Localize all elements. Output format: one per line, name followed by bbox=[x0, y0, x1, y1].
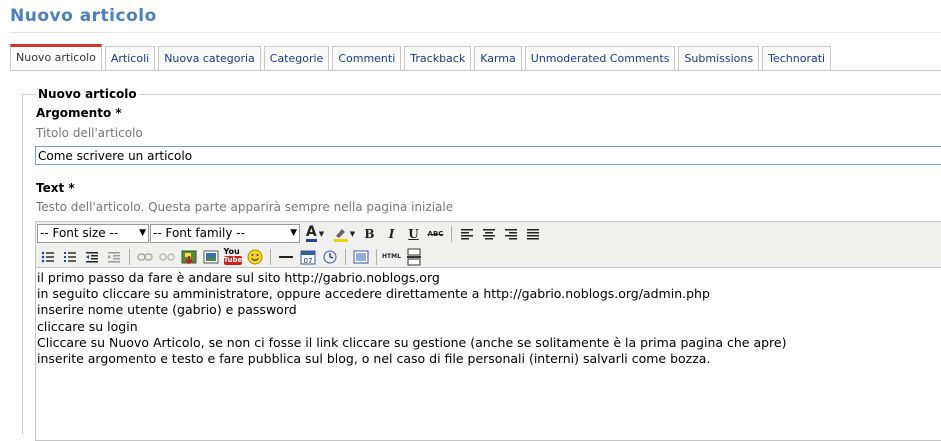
align-left-button[interactable] bbox=[456, 224, 477, 244]
bold-icon: B bbox=[364, 226, 375, 241]
editor-line: inserite argomento e testo e fare pubbli… bbox=[37, 351, 711, 367]
align-justify-button[interactable] bbox=[522, 224, 543, 244]
unlink-icon bbox=[158, 252, 175, 261]
strikethrough-icon: ABC bbox=[427, 229, 444, 238]
bullet-list-icon bbox=[41, 251, 54, 262]
unlink-button[interactable] bbox=[156, 247, 177, 267]
font-size-select[interactable]: -- Font size -- ▼ bbox=[37, 224, 149, 243]
editor-line: cliccare su login bbox=[37, 318, 138, 334]
tab-bar: Nuovo articolo Articoli Nuova categoria … bbox=[10, 44, 834, 70]
subject-help: Titolo dell'articolo bbox=[36, 126, 143, 140]
link-icon bbox=[136, 252, 153, 261]
insert-date-button[interactable]: 07 bbox=[297, 247, 318, 267]
italic-button[interactable]: I bbox=[381, 224, 402, 244]
bold-button[interactable]: B bbox=[359, 224, 380, 244]
chevron-down-icon: ▼ bbox=[290, 228, 297, 238]
align-right-button[interactable] bbox=[500, 224, 521, 244]
indent-icon bbox=[107, 251, 120, 262]
font-family-value: -- Font family -- bbox=[153, 226, 245, 240]
subject-input[interactable] bbox=[35, 146, 941, 165]
italic-icon: I bbox=[388, 226, 395, 241]
outdent-button[interactable] bbox=[81, 247, 102, 267]
tab-unmoderated-comments[interactable]: Unmoderated Comments bbox=[524, 46, 676, 70]
tab-karma[interactable]: Karma bbox=[474, 46, 522, 70]
editor-line: inserire nome utente (gabrio) e password bbox=[37, 302, 297, 318]
image-upload-icon bbox=[181, 250, 196, 264]
bullet-list-button[interactable] bbox=[37, 247, 58, 267]
align-justify-icon bbox=[526, 228, 539, 239]
font-size-value: -- Font size -- bbox=[40, 226, 119, 240]
fieldset-legend: Nuovo articolo bbox=[36, 87, 139, 101]
html-source-button[interactable]: HTML bbox=[381, 247, 402, 267]
youtube-tube-icon: Tube bbox=[223, 255, 243, 265]
html-icon: HTML bbox=[382, 253, 401, 260]
highlighter-icon bbox=[333, 228, 348, 242]
chevron-down-icon: ▼ bbox=[349, 229, 356, 238]
svg-text:07: 07 bbox=[303, 257, 312, 265]
text-help: Testo dell'articolo. Questa parte appari… bbox=[36, 200, 454, 214]
youtube-icon-label: You bbox=[223, 246, 240, 256]
align-center-icon bbox=[482, 228, 495, 239]
smiley-icon bbox=[247, 249, 262, 264]
insert-image-upload-button[interactable] bbox=[178, 247, 199, 267]
page-title: Nuovo articolo bbox=[10, 6, 157, 26]
title-divider bbox=[10, 32, 941, 33]
tab-categorie[interactable]: Categorie bbox=[263, 46, 330, 70]
insert-youtube-button[interactable]: You Tube bbox=[222, 247, 243, 267]
fullscreen-button[interactable] bbox=[350, 247, 371, 267]
toolbar-separator bbox=[376, 248, 377, 265]
tabs-divider bbox=[10, 70, 941, 71]
image-icon bbox=[203, 250, 218, 263]
numbered-list-icon bbox=[63, 251, 76, 262]
toolbar-row-2: You Tube 07 HTML bbox=[36, 245, 941, 268]
toolbar-separator bbox=[129, 248, 130, 265]
insert-image-button[interactable] bbox=[200, 247, 221, 267]
align-center-button[interactable] bbox=[478, 224, 499, 244]
rich-text-editor: -- Font size -- ▼ -- Font family -- ▼ A … bbox=[35, 221, 941, 441]
font-family-select[interactable]: -- Font family -- ▼ bbox=[150, 224, 300, 243]
text-color-icon: A bbox=[305, 223, 317, 242]
horizontal-rule-icon bbox=[278, 255, 293, 258]
tab-submissions[interactable]: Submissions bbox=[678, 46, 760, 70]
editor-line: in seguito cliccare su amministratore, o… bbox=[37, 286, 710, 302]
insert-time-button[interactable] bbox=[319, 247, 340, 267]
clock-icon bbox=[323, 250, 336, 263]
outdent-icon bbox=[85, 251, 98, 262]
text-color-button[interactable]: A ▼ bbox=[301, 224, 329, 244]
highlight-color-button[interactable]: ▼ bbox=[330, 224, 358, 244]
toolbar-separator bbox=[345, 248, 346, 265]
underline-button[interactable]: U bbox=[403, 224, 424, 244]
page-break-button[interactable] bbox=[403, 247, 424, 267]
toolbar-row-1: -- Font size -- ▼ -- Font family -- ▼ A … bbox=[36, 222, 941, 245]
tab-articoli[interactable]: Articoli bbox=[104, 46, 156, 70]
insert-link-button[interactable] bbox=[134, 247, 155, 267]
tab-nuova-categoria[interactable]: Nuova categoria bbox=[158, 46, 261, 70]
fullscreen-icon bbox=[353, 250, 368, 263]
align-left-icon bbox=[460, 228, 473, 239]
youtube-icon: You Tube bbox=[223, 246, 243, 265]
chevron-down-icon: ▼ bbox=[318, 229, 325, 238]
toolbar-separator bbox=[270, 248, 271, 265]
page-break-icon bbox=[406, 248, 421, 265]
subject-label: Argomento * bbox=[36, 106, 122, 120]
underline-icon: U bbox=[408, 226, 419, 241]
tab-nuovo-articolo[interactable]: Nuovo articolo bbox=[10, 44, 102, 70]
tab-trackback[interactable]: Trackback bbox=[404, 46, 472, 70]
editor-line: Cliccare su Nuovo Articolo, se non ci fo… bbox=[37, 334, 787, 350]
editor-toolbar: -- Font size -- ▼ -- Font family -- ▼ A … bbox=[36, 222, 941, 268]
indent-button[interactable] bbox=[103, 247, 124, 267]
insert-emoticon-button[interactable] bbox=[244, 247, 265, 267]
text-label: Text * bbox=[36, 181, 75, 195]
editor-content[interactable]: il primo passo da fare è andare sul sito… bbox=[36, 268, 941, 369]
toolbar-separator bbox=[451, 225, 452, 242]
tab-technorati[interactable]: Technorati bbox=[762, 46, 832, 70]
align-right-icon bbox=[504, 228, 517, 239]
editor-line: il primo passo da fare è andare sul sito… bbox=[37, 270, 440, 285]
horizontal-rule-button[interactable] bbox=[275, 247, 296, 267]
chevron-down-icon: ▼ bbox=[139, 228, 146, 238]
numbered-list-button[interactable] bbox=[59, 247, 80, 267]
calendar-icon: 07 bbox=[300, 250, 315, 265]
strikethrough-button[interactable]: ABC bbox=[425, 224, 446, 244]
tab-commenti[interactable]: Commenti bbox=[332, 46, 402, 70]
